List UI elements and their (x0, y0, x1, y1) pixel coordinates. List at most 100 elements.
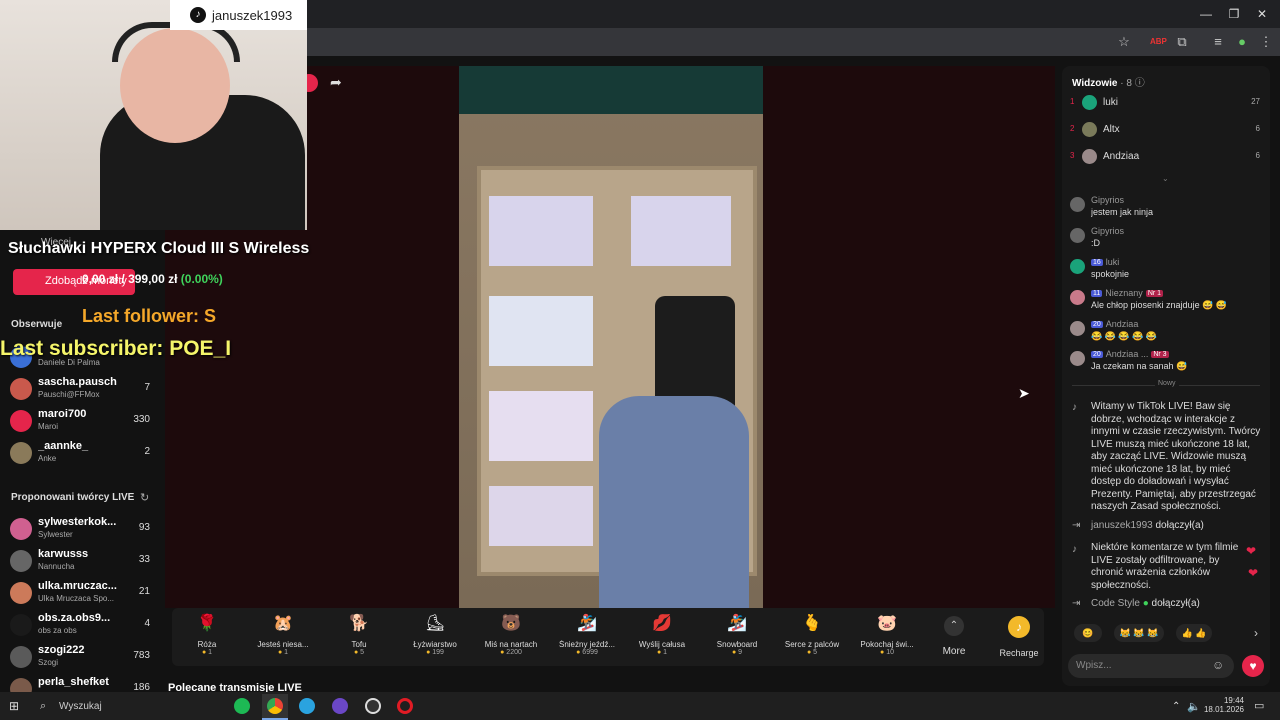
gift-item[interactable]: 🏂 Śnieżny jeźdź...6999 (552, 612, 622, 664)
viewer-name: Andziaa (1103, 151, 1140, 162)
quick-reaction-button[interactable]: 😹 😹 😹 (1114, 624, 1164, 642)
chat-message-text: Ja czekam na sanah 😅 (1091, 361, 1188, 371)
obs-icon[interactable] (365, 698, 381, 714)
viewer-rank: 1 (1070, 97, 1075, 106)
chrome-taskbar-button[interactable] (262, 694, 288, 720)
gift-item[interactable]: 🐻 Miś na nartach2200 (476, 612, 546, 664)
gift-name: Śnieżny jeźdź... (558, 640, 616, 649)
chat-message[interactable]: 20 Andziaa 😂 😂 😂 😂 😂 (1070, 319, 1264, 347)
viewers-title: Widzowie · 8 ⓘ (1072, 74, 1145, 89)
taskbar-search[interactable]: ⌕ Wyszukaj (32, 696, 212, 718)
singer (599, 396, 749, 608)
gift-price: 1 (172, 649, 242, 656)
volume-icon[interactable]: 🔈 (1187, 700, 1201, 713)
windows-start-icon[interactable]: ⊞ (9, 699, 19, 713)
gift-more-button[interactable]: ⌃ More (934, 612, 974, 657)
notifications-icon[interactable]: ▭ (1254, 699, 1264, 712)
quick-reaction-button[interactable]: 😊 (1074, 624, 1102, 642)
sidebar-creator-item[interactable]: sascha.pausch Pauschi@FFMox 7 (10, 374, 155, 402)
emoji-icon[interactable]: ☺ (1212, 658, 1224, 672)
viewer-score: 27 (1251, 97, 1260, 106)
level-badge: 20 (1091, 351, 1103, 359)
gift-item[interactable]: 🐹 Jesteś niesa...1 (248, 612, 318, 664)
creator-subtitle: Anke (38, 454, 57, 463)
chat-message[interactable]: 11 Nieznany Nr 1 Ale chłop piosenki znajduj… (1070, 288, 1264, 316)
sidebar-creator-item[interactable]: _aannke_ Anke 2 (10, 438, 155, 466)
chat-username[interactable]: Nieznany (1105, 288, 1143, 298)
media-controls-icon[interactable]: ≡ (1210, 34, 1226, 50)
chat-username[interactable]: Gipyrios (1091, 195, 1124, 205)
quick-reaction-button[interactable]: 👍 👍 (1176, 624, 1212, 642)
recharge-label: Recharge (999, 648, 1039, 658)
gift-item[interactable]: 💋 Wyślij całusa1 (627, 612, 697, 664)
creator-subtitle: Nannucha (38, 562, 75, 571)
rank-badge: Nr 1 (1145, 290, 1164, 298)
avatar (1070, 259, 1085, 274)
door-pane (489, 196, 593, 266)
send-gift-heart-icon[interactable]: ♥ (1242, 655, 1264, 677)
chat-username[interactable]: luki (1106, 257, 1120, 267)
mouse-cursor-icon: ➤ (1018, 385, 1030, 401)
spotify-icon[interactable] (234, 698, 250, 714)
gift-name: Łyżwiarstwo (413, 640, 457, 649)
level-badge: 11 (1091, 290, 1103, 298)
sidebar-creator-item[interactable]: szogi222 Szogi 783 (10, 642, 155, 670)
gift-item[interactable]: 🌹 Róża1 (172, 612, 242, 664)
gift-item[interactable]: 🐷 Pokochaj świ...10 (852, 612, 922, 664)
chevron-right-icon[interactable]: › (1254, 626, 1258, 640)
refresh-icon[interactable]: ↻ (140, 491, 149, 504)
share-icon[interactable]: ➦ (330, 74, 342, 91)
sidebar-creator-item[interactable]: maroi700 Maroi 330 (10, 406, 155, 434)
top-viewer-row[interactable]: 3 Andziaa 6 (1070, 148, 1266, 166)
telegram-icon[interactable] (299, 698, 315, 714)
restore-icon[interactable]: ❐ (1224, 5, 1244, 23)
gift-item[interactable]: ⛸ Łyżwiarstwo199 (400, 612, 470, 664)
system-welcome-message: Witamy w TikTok LIVE! Baw się dobrze, wc… (1091, 401, 1261, 512)
gift-name: Wyślij całusa (638, 640, 686, 649)
goal-target: 399,00 zł (128, 272, 178, 286)
join-message: januszek1993 dołączył(a) (1091, 520, 1204, 531)
gift-item[interactable]: 🐕 Tofu5 (324, 612, 394, 664)
adblock-icon[interactable]: ABP (1150, 34, 1167, 50)
creator-name: perla_shefket (38, 676, 109, 688)
top-viewer-row[interactable]: 1 luki 27 (1070, 94, 1266, 112)
sidebar-creator-item[interactable]: ulka.mruczac... Ulka Mruczaca Spo... 21 (10, 578, 155, 606)
gift-item[interactable]: 🏂 Snowboard9 (702, 612, 772, 664)
chat-message[interactable]: Gipyrios:D (1070, 226, 1264, 254)
chat-message[interactable]: Gipyrios jestem jak ninja (1070, 195, 1264, 223)
sidebar-creator-item[interactable]: karwusss Nannucha 33 (10, 546, 155, 574)
creator-subtitle: Szogi (38, 658, 59, 667)
chevron-down-icon[interactable]: ⌄ (1162, 174, 1169, 183)
tray-chevron-icon[interactable]: ⌃ (1172, 701, 1180, 712)
sidebar-creator-item[interactable]: obs.za.obs9... obs za obs 4 (10, 610, 155, 638)
join-user[interactable]: januszek1993 (1091, 520, 1153, 531)
chevron-up-icon: ⌃ (944, 616, 964, 636)
join-text: dołączył(a) (1155, 520, 1204, 531)
chat-input[interactable]: Wpisz... ☺ (1068, 654, 1234, 678)
gift-item[interactable]: 🫰 Serce z palców5 (777, 612, 847, 664)
taskbar-clock[interactable]: 19:44 18.01.2026 (1200, 696, 1244, 714)
tiktok-system-icon: ♪ (1072, 402, 1077, 413)
chat-username[interactable]: Andziaa ... (1106, 349, 1149, 359)
browser-menu-icon[interactable]: ⋮ (1258, 34, 1274, 50)
bookmark-star-icon[interactable]: ☆ (1116, 34, 1132, 50)
avatar (10, 646, 32, 668)
gift-name: Tofu (351, 640, 367, 649)
search-icon: ⌕ (40, 700, 47, 712)
profile-avatar-icon[interactable]: ● (1234, 34, 1250, 50)
creator-name: ulka.mruczac... (38, 580, 117, 592)
top-viewer-row[interactable]: 2 Altx 6 (1070, 121, 1266, 139)
join-user[interactable]: Code Style (1091, 598, 1140, 609)
info-icon[interactable]: ⓘ (1135, 78, 1145, 89)
minimize-icon[interactable]: — (1196, 5, 1216, 23)
chat-username[interactable]: Gipyrios (1091, 226, 1124, 236)
chat-username[interactable]: Andziaa (1106, 319, 1139, 329)
close-icon[interactable]: ✕ (1252, 5, 1272, 23)
extensions-icon[interactable]: ⧉ (1174, 34, 1190, 50)
chat-message[interactable]: 16 luki spokojnie (1070, 257, 1264, 285)
opera-icon[interactable] (397, 698, 413, 714)
chat-message[interactable]: 20 Andziaa ... Nr 3 Ja czekam na sanah 😅 (1070, 349, 1264, 377)
recharge-button[interactable]: ♪ Recharge (994, 612, 1044, 658)
sidebar-creator-item[interactable]: sylwesterkok... Sylwester 93 (10, 514, 155, 542)
messenger-icon[interactable] (332, 698, 348, 714)
